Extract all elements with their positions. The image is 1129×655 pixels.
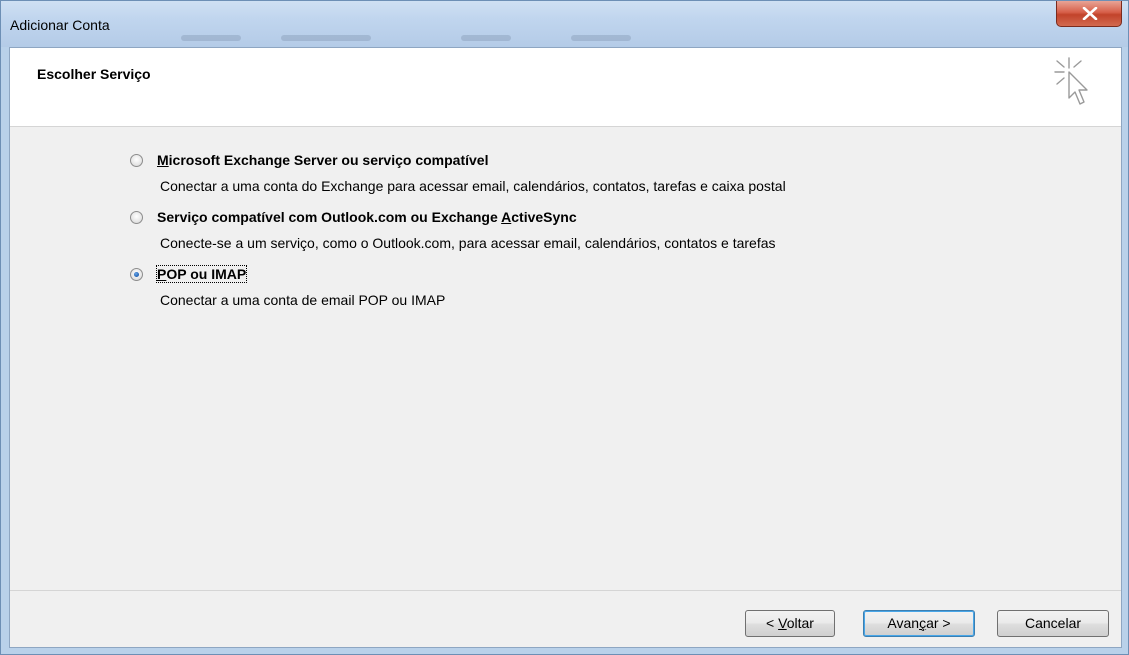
- close-button[interactable]: [1056, 1, 1122, 27]
- footer-divider: [10, 590, 1121, 591]
- wizard-header: Escolher Serviço: [10, 48, 1121, 127]
- radio-outlook-activesync[interactable]: [130, 211, 143, 224]
- cancel-button[interactable]: Cancelar: [997, 610, 1109, 637]
- option-outlook-activesync-description: Conecte-se a um serviço, como o Outlook.…: [160, 235, 776, 251]
- close-icon: [1082, 7, 1098, 20]
- option-exchange-label[interactable]: Microsoft Exchange Server ou serviço com…: [157, 152, 488, 168]
- dialog-client-area: Escolher Serviço Microsoft Exchange Serv…: [9, 47, 1122, 648]
- radio-exchange[interactable]: [130, 154, 143, 167]
- option-pop-imap-label[interactable]: POP ou IMAP: [155, 265, 248, 283]
- title-bar-decoration: [181, 35, 241, 41]
- wizard-pointer-icon: [1054, 57, 1088, 105]
- title-bar[interactable]: Adicionar Conta: [1, 1, 1128, 47]
- radio-selected-dot: [134, 272, 139, 277]
- title-bar-decoration: [571, 35, 631, 41]
- page-title: Escolher Serviço: [37, 66, 151, 82]
- option-exchange-description: Conectar a uma conta do Exchange para ac…: [160, 178, 786, 194]
- title-bar-decoration: [461, 35, 511, 41]
- window-title: Adicionar Conta: [10, 17, 110, 33]
- option-pop-imap-description: Conectar a uma conta de email POP ou IMA…: [160, 292, 446, 308]
- back-button[interactable]: < Voltar: [745, 610, 835, 637]
- title-bar-decoration: [281, 35, 371, 41]
- add-account-window: Adicionar Conta Escolher Serviço Microso…: [0, 0, 1129, 655]
- radio-pop-imap[interactable]: [130, 268, 143, 281]
- option-outlook-activesync-label[interactable]: Serviço compatível com Outlook.com ou Ex…: [157, 209, 577, 225]
- next-button[interactable]: Avançar >: [863, 610, 975, 637]
